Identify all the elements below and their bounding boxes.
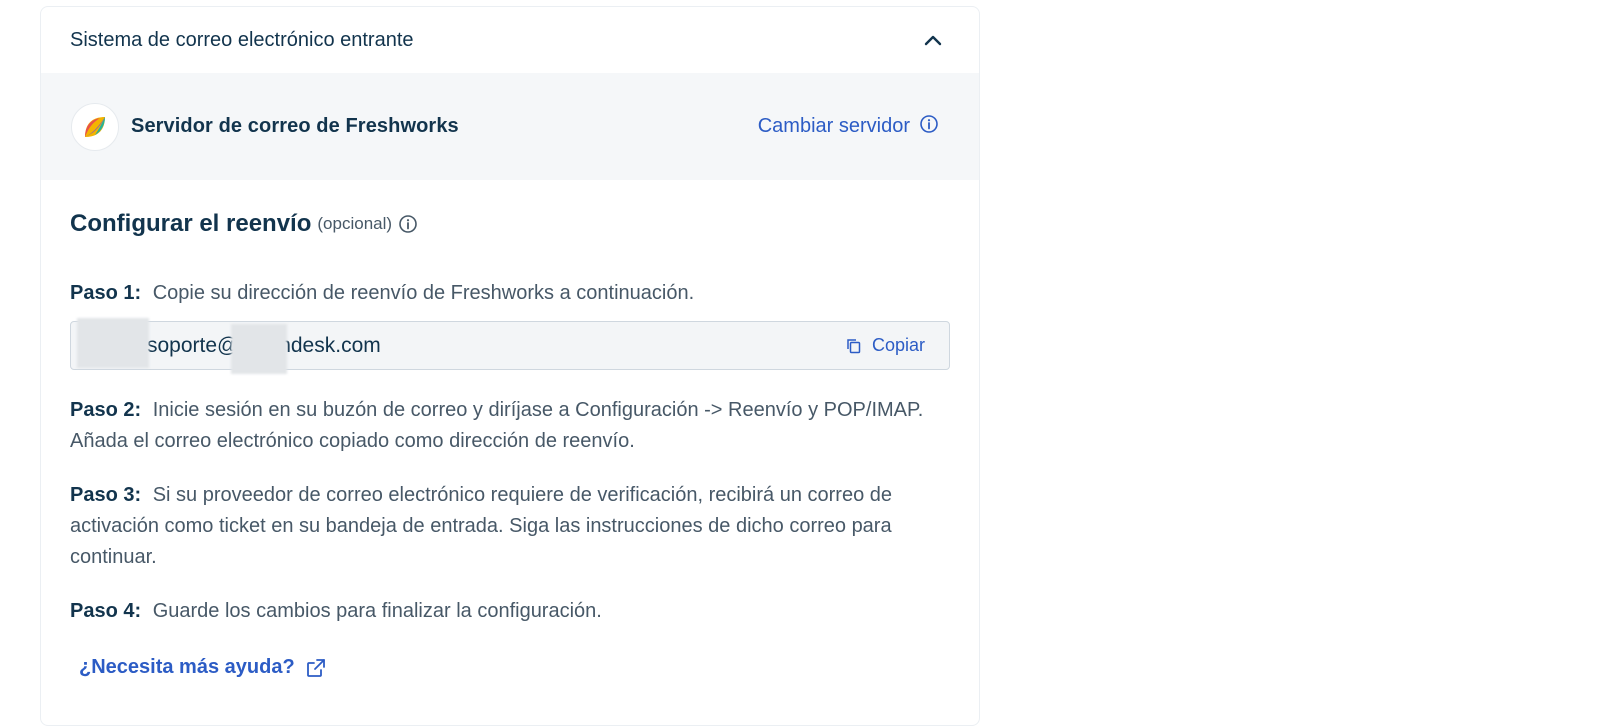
forwarding-section: Configurar el reenvío (opcional) Paso 1:… [41, 180, 979, 679]
step-3: Paso 3: Si su proveedor de correo electr… [70, 480, 950, 573]
step-2: Paso 2: Inicie sesión en su buzón de cor… [70, 395, 950, 457]
email-wrap: soporte@ freshdesk.com [77, 318, 381, 374]
card-header[interactable]: Sistema de correo electrónico entrante [41, 7, 979, 73]
step-text: Si su proveedor de correo electrónico re… [70, 484, 892, 568]
step-4: Paso 4: Guarde los cambios para finaliza… [70, 596, 950, 627]
copy-button[interactable]: Copiar [846, 335, 925, 356]
change-server-link[interactable]: Cambiar servidor [758, 114, 939, 140]
step-label: Paso 3: [70, 484, 142, 506]
copy-label[interactable]: Copiar [872, 335, 925, 356]
forwarding-address-field: soporte@ freshdesk.com Copiar [70, 318, 950, 374]
change-server-label[interactable]: Cambiar servidor [758, 115, 910, 138]
server-info: Servidor de correo de Freshworks [71, 102, 459, 151]
chevron-up-icon[interactable] [923, 30, 943, 50]
info-icon[interactable] [919, 114, 939, 140]
optional-tag: (opcional) [317, 214, 393, 233]
help-link[interactable]: ¿Necesita más ayuda? [79, 656, 326, 679]
forwarding-heading: Configurar el reenvío (opcional) [70, 210, 950, 238]
forwarding-title: Configurar el reenvío [70, 210, 312, 237]
step-text: Copie su dirección de reenvío de Freshwo… [152, 282, 695, 304]
server-name: Servidor de correo de Freshworks [131, 115, 459, 137]
info-icon[interactable] [398, 214, 418, 234]
card-title: Sistema de correo electrónico entrante [70, 28, 414, 51]
copy-icon [847, 338, 861, 353]
redacted-block [231, 324, 287, 374]
help-link-label[interactable]: ¿Necesita más ayuda? [79, 656, 295, 679]
mail-server-row: Servidor de correo de Freshworks Cambiar… [41, 73, 979, 180]
step-label: Paso 1: [70, 282, 142, 304]
step-1: Paso 1: Copie su dirección de reenvío de… [70, 278, 950, 309]
step-label: Paso 4: [70, 600, 142, 622]
freshworks-logo-icon [71, 102, 119, 151]
step-label: Paso 2: [70, 399, 142, 421]
incoming-email-card: Sistema de correo electrónico entrante S… [40, 6, 980, 726]
step-text: Inicie sesión en su buzón de correo y di… [70, 399, 924, 452]
step-text: Guarde los cambios para finalizar la con… [152, 600, 602, 622]
external-link-icon [306, 658, 325, 677]
redacted-block [77, 318, 149, 368]
